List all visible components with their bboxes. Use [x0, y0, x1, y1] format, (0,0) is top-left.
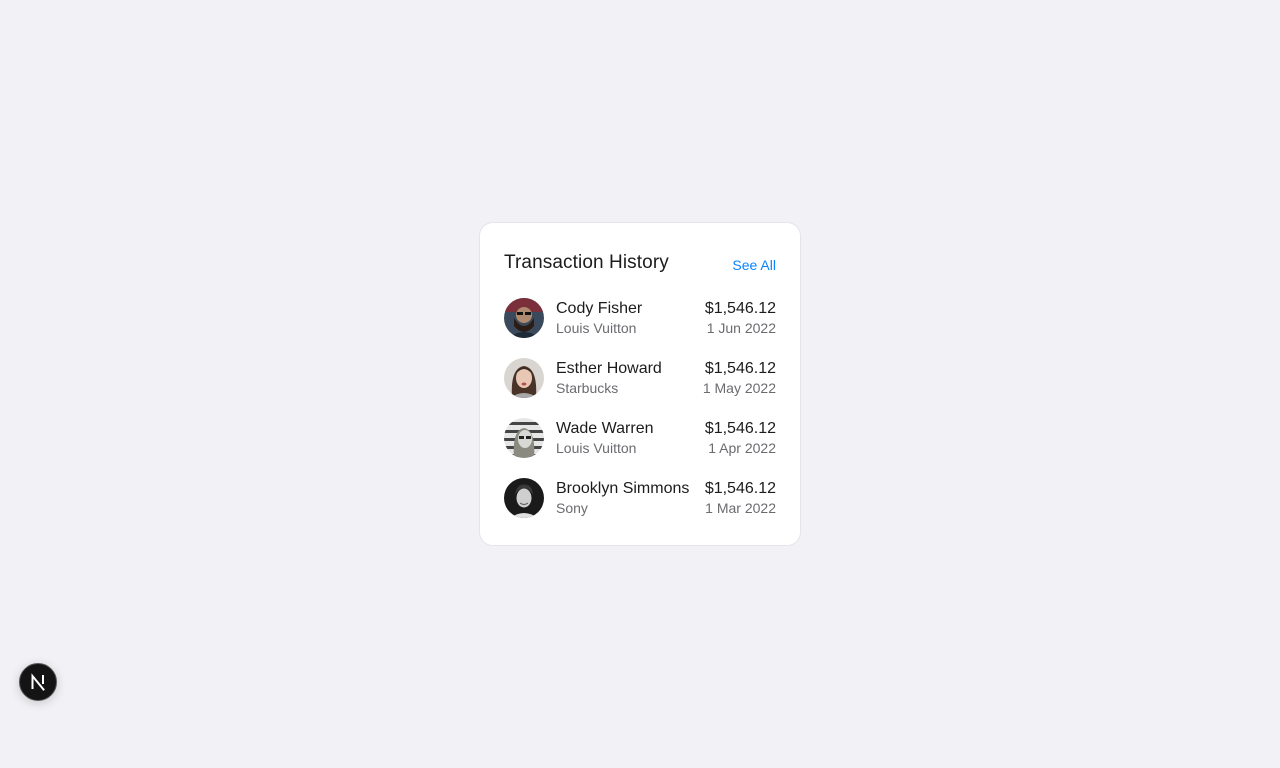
- nextjs-logo-icon[interactable]: [19, 663, 57, 701]
- person-name: Brooklyn Simmons: [556, 480, 690, 497]
- person-name: Cody Fisher: [556, 300, 643, 317]
- transaction-list: Cody Fisher Louis Vuitton $1,546.12 1 Ju…: [504, 298, 776, 518]
- transaction-date: 1 Apr 2022: [708, 440, 776, 456]
- transaction-date: 1 Mar 2022: [705, 500, 776, 516]
- transaction-row[interactable]: Esther Howard Starbucks $1,546.12 1 May …: [504, 358, 776, 398]
- transaction-row[interactable]: Cody Fisher Louis Vuitton $1,546.12 1 Ju…: [504, 298, 776, 338]
- person-name: Esther Howard: [556, 360, 662, 377]
- transaction-row[interactable]: Brooklyn Simmons Sony $1,546.12 1 Mar 20…: [504, 478, 776, 518]
- transaction-date: 1 May 2022: [702, 380, 776, 396]
- transaction-info: Cody Fisher Louis Vuitton: [556, 299, 705, 337]
- avatar: [504, 298, 544, 338]
- card-header: Transaction History See All: [504, 248, 776, 278]
- transaction-details: $1,546.12 1 May 2022: [703, 359, 776, 397]
- transaction-info: Wade Warren Louis Vuitton: [556, 419, 705, 457]
- transaction-details: $1,546.12 1 Apr 2022: [705, 419, 776, 457]
- merchant-name: Starbucks: [556, 380, 619, 396]
- merchant-name: Sony: [556, 500, 588, 516]
- person-name: Wade Warren: [556, 420, 654, 437]
- transaction-amount: $1,546.12: [704, 480, 776, 497]
- transaction-date: 1 Jun 2022: [706, 320, 776, 336]
- see-all-link[interactable]: See All: [732, 257, 776, 273]
- card-title: Transaction History: [504, 252, 669, 273]
- avatar: [504, 418, 544, 458]
- transaction-amount: $1,546.12: [704, 300, 776, 317]
- transaction-amount: $1,546.12: [704, 420, 776, 437]
- merchant-name: Louis Vuitton: [556, 320, 637, 336]
- transaction-info: Brooklyn Simmons Sony: [556, 479, 705, 517]
- transaction-details: $1,546.12 1 Jun 2022: [705, 299, 776, 337]
- merchant-name: Louis Vuitton: [556, 440, 637, 456]
- transaction-row[interactable]: Wade Warren Louis Vuitton $1,546.12 1 Ap…: [504, 418, 776, 458]
- transaction-details: $1,546.12 1 Mar 2022: [705, 479, 776, 517]
- transaction-amount: $1,546.12: [704, 360, 776, 377]
- transaction-history-card: Transaction History See All Cody Fisher …: [479, 222, 801, 546]
- avatar: [504, 358, 544, 398]
- avatar: [504, 478, 544, 518]
- transaction-info: Esther Howard Starbucks: [556, 359, 703, 397]
